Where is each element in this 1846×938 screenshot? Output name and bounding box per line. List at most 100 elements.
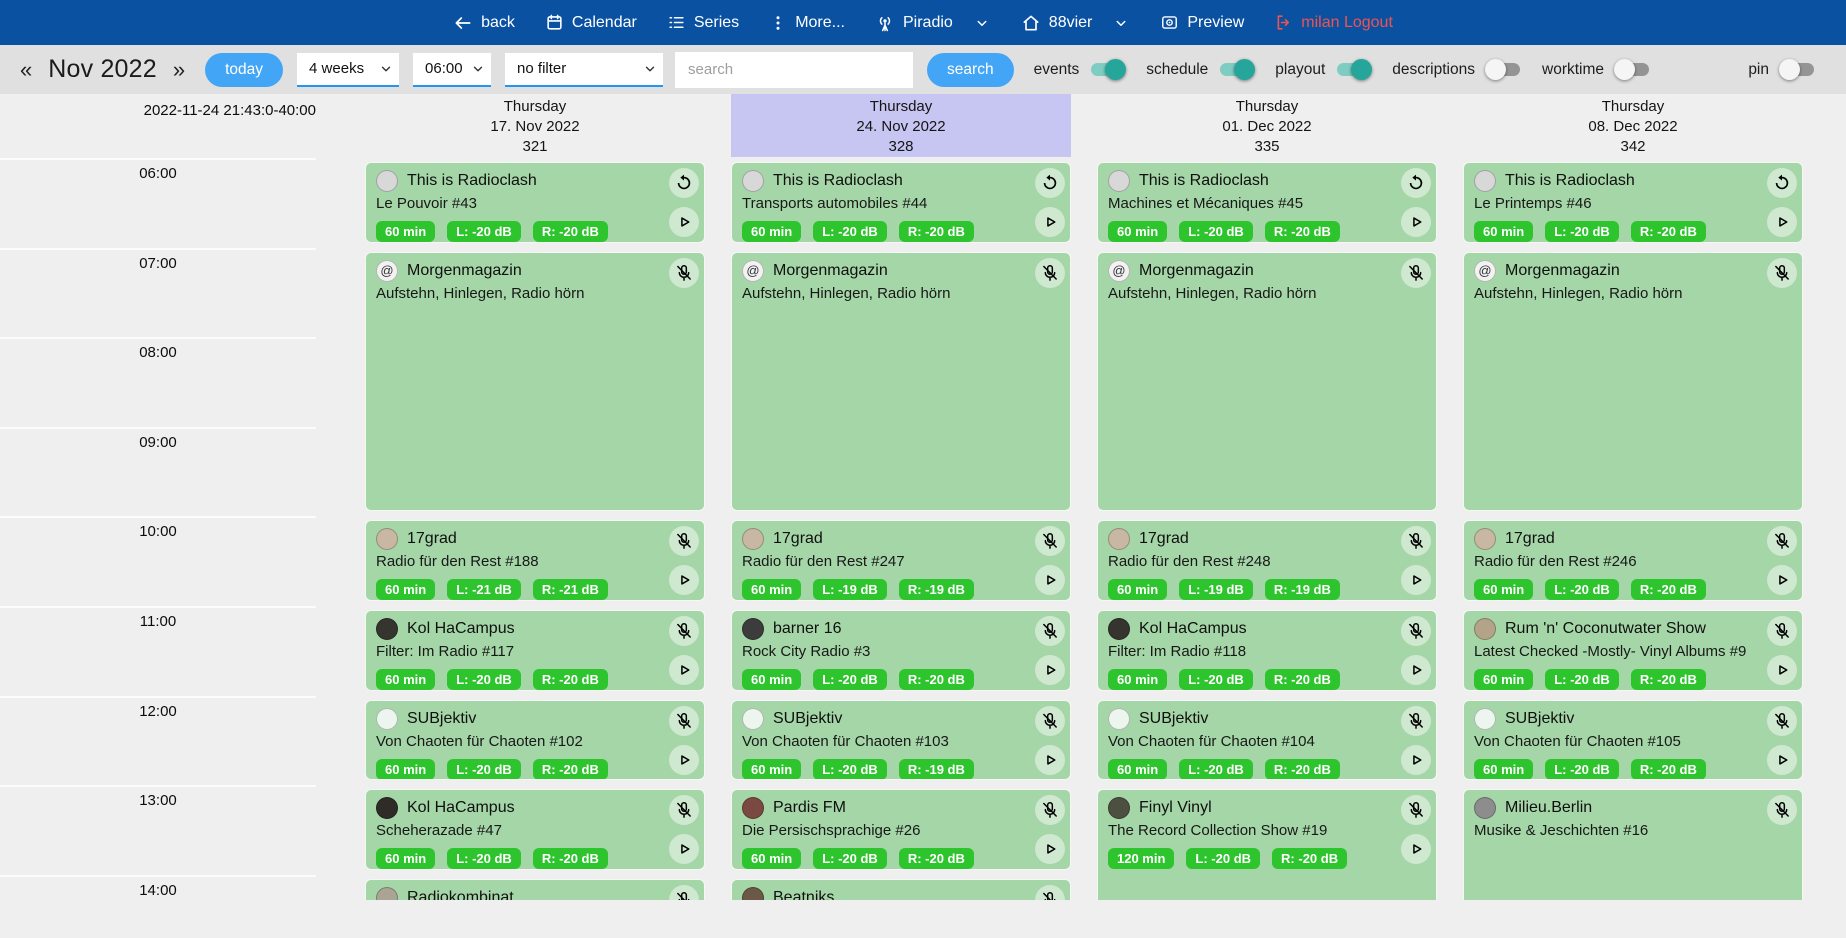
replay-icon[interactable] — [669, 168, 699, 198]
mic-off-icon[interactable] — [1401, 616, 1431, 646]
nav-calendar[interactable]: Calendar — [545, 13, 637, 32]
play-icon[interactable] — [669, 207, 699, 237]
today-button[interactable]: today — [205, 53, 283, 87]
event-card[interactable]: Kol HaCampus Filter: Im Radio #118 60 mi… — [1097, 610, 1437, 691]
search-button[interactable]: search — [927, 53, 1014, 87]
playout-toggle[interactable] — [1335, 59, 1372, 80]
event-card[interactable]: @ Morgenmagazin Aufstehn, Hinlegen, Radi… — [731, 252, 1071, 512]
event-card[interactable]: SUBjektiv Von Chaoten für Chaoten #103 6… — [731, 700, 1071, 781]
search-input[interactable] — [675, 52, 913, 88]
play-icon[interactable] — [669, 565, 699, 595]
filter-select[interactable]: no filter — [505, 53, 663, 87]
range-select[interactable]: 4 weeks — [297, 53, 399, 87]
event-icon-column — [1401, 258, 1431, 288]
mic-off-icon[interactable] — [1767, 706, 1797, 736]
event-card[interactable]: 17grad Radio für den Rest #246 60 minL: … — [1463, 520, 1803, 601]
nav-more[interactable]: More... — [769, 14, 845, 32]
start-time-select[interactable]: 06:00 — [413, 53, 491, 87]
next-month-button[interactable]: » — [167, 57, 191, 83]
nav-series[interactable]: Series — [667, 13, 739, 32]
mic-off-icon[interactable] — [1401, 706, 1431, 736]
event-card[interactable]: 17grad Radio für den Rest #248 60 minL: … — [1097, 520, 1437, 601]
event-card[interactable]: Rum 'n' Coconutwater Show Latest Checked… — [1463, 610, 1803, 691]
day-column-header[interactable]: Thursday 01. Dec 2022 335 — [1097, 94, 1437, 157]
event-card[interactable]: Milieu.Berlin Musike & Jeschichten #16 — [1463, 789, 1803, 914]
play-icon[interactable] — [1035, 745, 1065, 775]
events-toggle[interactable] — [1089, 59, 1126, 80]
worktime-toggle[interactable] — [1614, 59, 1651, 80]
piradio-dropdown-chevron-icon[interactable] — [973, 14, 991, 32]
event-card[interactable]: SUBjektiv Von Chaoten für Chaoten #105 6… — [1463, 700, 1803, 781]
nav-preview[interactable]: Preview — [1160, 13, 1244, 32]
event-card[interactable]: Kol HaCampus Scheherazade #47 60 minL: -… — [365, 789, 705, 870]
mic-off-icon[interactable] — [1401, 258, 1431, 288]
play-icon[interactable] — [1401, 207, 1431, 237]
day-column-header[interactable]: Thursday 08. Dec 2022 342 — [1463, 94, 1803, 157]
play-icon[interactable] — [669, 745, 699, 775]
play-icon[interactable] — [1035, 565, 1065, 595]
schedule-toggle[interactable] — [1218, 59, 1255, 80]
event-card[interactable]: This is Radioclash Le Printemps #46 60 m… — [1463, 162, 1803, 243]
hour-label: 11:00 — [0, 613, 316, 630]
nav-station[interactable]: 88vier — [1021, 13, 1093, 33]
back-button[interactable]: back — [453, 13, 515, 33]
descriptions-toggle[interactable] — [1485, 59, 1522, 80]
mic-off-icon[interactable] — [669, 706, 699, 736]
mic-off-icon[interactable] — [1035, 795, 1065, 825]
play-icon[interactable] — [669, 834, 699, 864]
play-icon[interactable] — [1401, 565, 1431, 595]
play-icon[interactable] — [1035, 834, 1065, 864]
mic-off-icon[interactable] — [669, 258, 699, 288]
mic-off-icon[interactable] — [1767, 526, 1797, 556]
mic-off-icon[interactable] — [1767, 258, 1797, 288]
show-avatar — [376, 618, 398, 640]
day-column-header[interactable]: Thursday 17. Nov 2022 321 — [365, 94, 705, 157]
event-icon-column — [1767, 526, 1797, 595]
event-card[interactable]: @ Morgenmagazin Aufstehn, Hinlegen, Radi… — [1463, 252, 1803, 512]
play-icon[interactable] — [1035, 655, 1065, 685]
event-card[interactable]: Kol HaCampus Filter: Im Radio #117 60 mi… — [365, 610, 705, 691]
station-dropdown-chevron-icon[interactable] — [1112, 14, 1130, 32]
play-icon[interactable] — [669, 655, 699, 685]
mic-off-icon[interactable] — [1401, 795, 1431, 825]
replay-icon[interactable] — [1035, 168, 1065, 198]
event-card[interactable]: 17grad Radio für den Rest #247 60 minL: … — [731, 520, 1071, 601]
event-card[interactable]: @ Morgenmagazin Aufstehn, Hinlegen, Radi… — [1097, 252, 1437, 512]
event-card[interactable]: Pardis FM Die Persischsprachige #26 60 m… — [731, 789, 1071, 870]
event-card[interactable]: This is Radioclash Transports automobile… — [731, 162, 1071, 243]
play-icon[interactable] — [1401, 655, 1431, 685]
show-title: 17grad — [773, 530, 823, 548]
event-card[interactable]: 17grad Radio für den Rest #188 60 minL: … — [365, 520, 705, 601]
event-card[interactable]: @ Morgenmagazin Aufstehn, Hinlegen, Radi… — [365, 252, 705, 512]
replay-icon[interactable] — [1767, 168, 1797, 198]
play-icon[interactable] — [1767, 745, 1797, 775]
mic-off-icon[interactable] — [669, 616, 699, 646]
mic-off-icon[interactable] — [1035, 706, 1065, 736]
replay-icon[interactable] — [1401, 168, 1431, 198]
play-icon[interactable] — [1401, 834, 1431, 864]
play-icon[interactable] — [1035, 207, 1065, 237]
mic-off-icon[interactable] — [1767, 795, 1797, 825]
mic-off-icon[interactable] — [1401, 526, 1431, 556]
mic-off-icon[interactable] — [1035, 258, 1065, 288]
nav-piradio[interactable]: Piradio — [875, 13, 953, 33]
event-card[interactable]: SUBjektiv Von Chaoten für Chaoten #104 6… — [1097, 700, 1437, 781]
play-icon[interactable] — [1767, 207, 1797, 237]
event-card[interactable]: This is Radioclash Le Pouvoir #43 60 min… — [365, 162, 705, 243]
mic-off-icon[interactable] — [1035, 526, 1065, 556]
mic-off-icon[interactable] — [1035, 616, 1065, 646]
logout-button[interactable]: milan Logout — [1274, 13, 1393, 32]
prev-month-button[interactable]: « — [14, 57, 38, 83]
day-column-header[interactable]: Thursday 24. Nov 2022 328 — [731, 94, 1071, 157]
event-card[interactable]: SUBjektiv Von Chaoten für Chaoten #102 6… — [365, 700, 705, 781]
episode-title: Aufstehn, Hinlegen, Radio hörn — [1474, 285, 1756, 302]
play-icon[interactable] — [1401, 745, 1431, 775]
mic-off-icon[interactable] — [1767, 616, 1797, 646]
play-icon[interactable] — [1767, 565, 1797, 595]
play-icon[interactable] — [1767, 655, 1797, 685]
event-card[interactable]: This is Radioclash Machines et Mécanique… — [1097, 162, 1437, 243]
event-card[interactable]: barner 16 Rock City Radio #3 60 minL: -2… — [731, 610, 1071, 691]
mic-off-icon[interactable] — [669, 526, 699, 556]
mic-off-icon[interactable] — [669, 795, 699, 825]
pin-toggle[interactable] — [1779, 59, 1816, 80]
